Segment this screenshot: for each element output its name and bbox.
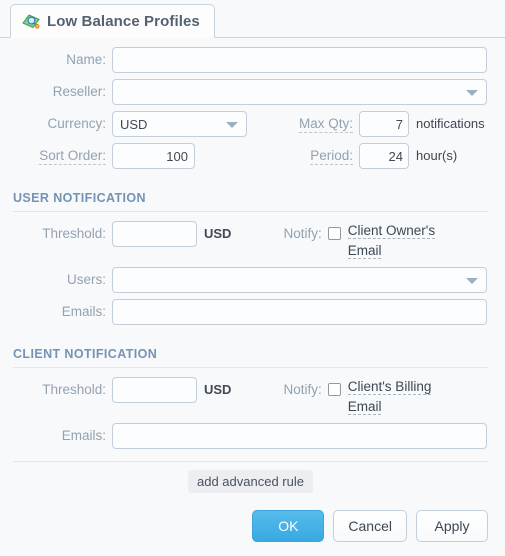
cancel-button[interactable]: Cancel [333,510,407,542]
currency-value: USD [120,116,148,132]
client-threshold-unit: USD [204,382,232,397]
client-owner-email-checkbox[interactable] [327,227,341,240]
reseller-select[interactable] [112,79,487,105]
user-emails-input[interactable] [112,299,487,325]
client-threshold-input[interactable] [112,377,197,403]
profile-form: Name: Reseller: Currency: USD Max Qty: n… [0,47,505,493]
row-client-emails: Emails: [0,423,505,449]
client-notify-label: Notify: [283,382,322,397]
client-threshold-label: Threshold: [42,382,106,397]
user-threshold-unit: USD [204,226,232,241]
client-owner-email-label: Client Owner's Email [347,223,436,259]
max-qty-label: Max Qty: [298,116,353,133]
user-notification-title: USER NOTIFICATION [13,191,146,205]
client-emails-input[interactable] [112,423,487,449]
row-sortorder-period: Sort Order: Period: hour(s) [0,143,505,169]
row-reseller: Reseller: [0,79,505,105]
client-billing-email-label: Client's Billing Email [347,379,432,415]
users-select[interactable] [112,267,487,293]
user-threshold-input[interactable] [112,221,197,247]
period-input[interactable] [359,143,409,169]
client-notification-title: CLIENT NOTIFICATION [13,347,158,361]
row-user-emails: Emails: [0,299,505,325]
row-name: Name: [0,47,505,73]
chevron-down-icon [226,122,238,128]
currency-select[interactable]: USD [112,111,247,137]
add-advanced-rule-button[interactable]: add advanced rule [188,470,313,493]
sort-order-label: Sort Order: [39,148,106,165]
client-emails-label: Emails: [61,428,106,443]
name-label: Name: [66,52,106,67]
user-threshold-label: Threshold: [42,226,106,241]
dialog-footer: OK Cancel Apply [0,510,505,542]
sort-order-input[interactable] [112,143,195,169]
row-user-threshold-notify: Threshold: USD Notify: Client Owner's Em… [0,221,505,261]
users-label: Users: [66,272,106,287]
section-client-notification: CLIENT NOTIFICATION [13,347,488,368]
period-label: Period: [310,148,353,165]
tab-label: Low Balance Profiles [47,12,200,30]
user-notify-label: Notify: [283,226,322,241]
name-input[interactable] [112,47,487,73]
currency-label: Currency: [47,116,106,131]
chevron-down-icon [466,90,478,96]
divider [13,211,488,212]
client-notify-group: Notify: Client's Billing Email [283,377,465,417]
money-magnifier-icon [22,12,40,30]
period-unit: hour(s) [416,148,458,163]
row-currency-maxqty: Currency: USD Max Qty: notifications [0,111,505,137]
tab-strip: Low Balance Profiles [0,0,505,38]
reseller-label: Reseller: [52,84,106,99]
advanced-rule-area: add advanced rule [13,461,488,493]
row-client-threshold-notify: Threshold: USD Notify: Client's Billing … [0,377,505,417]
user-emails-label: Emails: [61,304,106,319]
client-billing-email-checkbox[interactable] [327,383,341,396]
user-notify-group: Notify: Client Owner's Email [283,221,465,261]
chevron-down-icon [466,278,478,284]
row-users: Users: [0,267,505,293]
max-qty-input[interactable] [359,111,409,137]
tab-low-balance-profiles[interactable]: Low Balance Profiles [10,4,215,38]
section-user-notification: USER NOTIFICATION [13,191,488,212]
divider [13,367,488,368]
max-qty-unit: notifications [416,116,485,131]
apply-button[interactable]: Apply [416,510,488,542]
ok-button[interactable]: OK [252,510,325,542]
